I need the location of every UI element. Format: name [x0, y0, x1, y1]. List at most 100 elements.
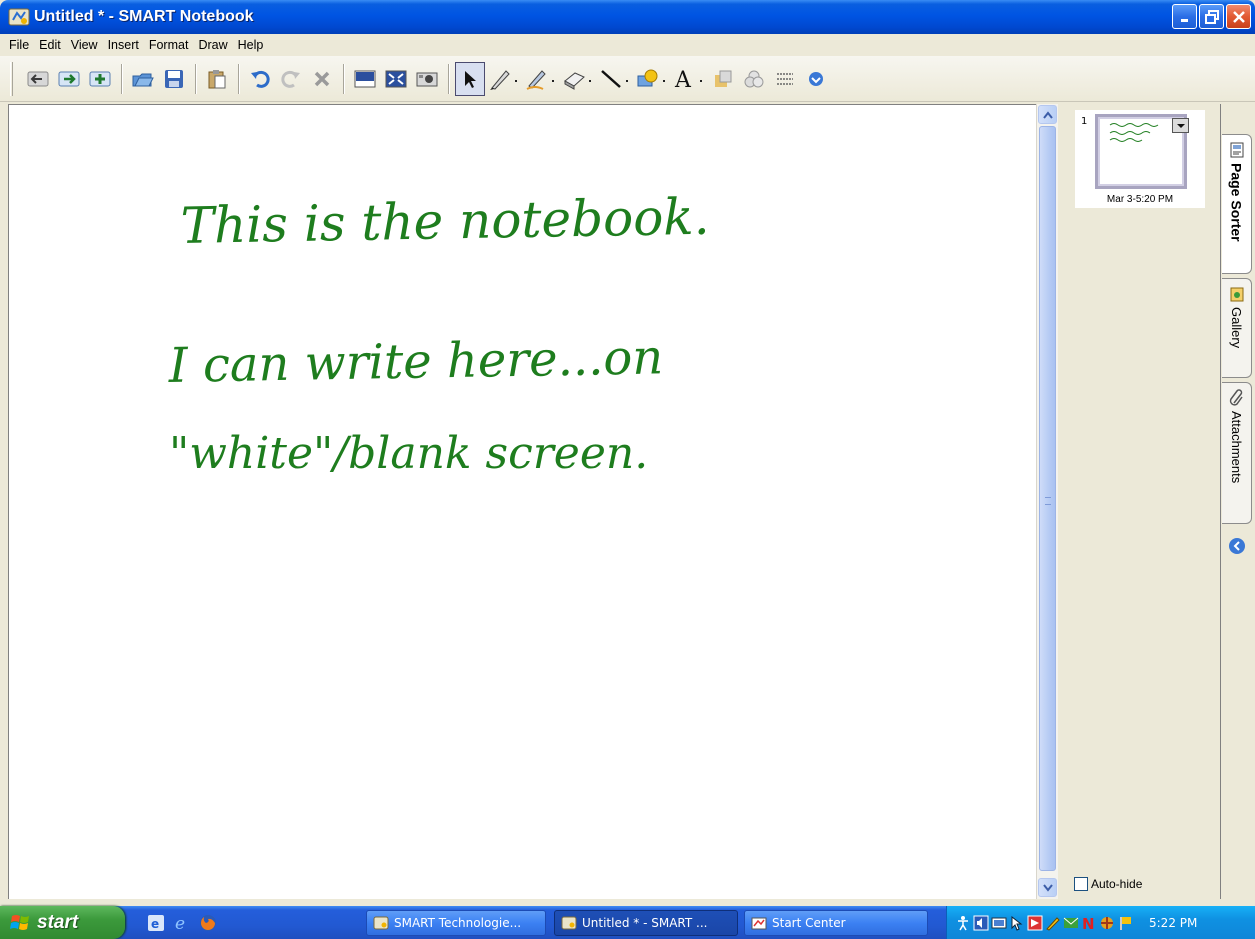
- capture-button[interactable]: [412, 62, 442, 96]
- move-toolbar-button[interactable]: [770, 62, 800, 96]
- autohide-option[interactable]: Auto-hide: [1074, 877, 1142, 891]
- undo-button[interactable]: [245, 62, 275, 96]
- minimize-button[interactable]: [1172, 4, 1197, 29]
- task-smart-technologies[interactable]: SMART Technologie...: [366, 910, 546, 936]
- undo-icon: [251, 70, 270, 88]
- save-button[interactable]: [159, 62, 189, 96]
- mail-icon[interactable]: [1063, 915, 1079, 931]
- tab-attachments[interactable]: Attachments: [1222, 382, 1252, 524]
- task-smart-notebook[interactable]: Untitled * - SMART ...: [554, 910, 738, 936]
- autohide-checkbox[interactable]: [1074, 877, 1088, 891]
- toolbar-grip[interactable]: [10, 61, 13, 96]
- line-tool-button[interactable]: [597, 62, 633, 96]
- close-icon: [1232, 10, 1245, 23]
- flag-icon[interactable]: [1117, 915, 1133, 931]
- scroll-up-button[interactable]: [1038, 105, 1057, 124]
- delete-icon: [314, 71, 330, 86]
- chevron-down-icon: [1176, 123, 1185, 128]
- tray-app-icon[interactable]: [1027, 915, 1043, 931]
- volume-icon[interactable]: [973, 915, 989, 931]
- accessibility-icon[interactable]: [955, 915, 971, 931]
- tab-label: Attachments: [1229, 411, 1244, 484]
- menu-file[interactable]: File: [4, 38, 34, 52]
- move-toolbar-icon: [777, 72, 793, 85]
- redo-icon: [281, 70, 300, 88]
- shapes-icon: [637, 69, 665, 86]
- menu-insert[interactable]: Insert: [103, 38, 144, 52]
- vertical-scrollbar[interactable]: [1036, 104, 1058, 899]
- fill-icon: [715, 70, 732, 87]
- pointer-icon[interactable]: [1009, 915, 1025, 931]
- fill-tool-button[interactable]: [708, 62, 738, 96]
- task-start-center[interactable]: Start Center: [744, 910, 928, 936]
- page-thumbnail[interactable]: 1 Mar 3-5:20 PM: [1075, 110, 1205, 208]
- add-page-button[interactable]: [85, 62, 115, 96]
- whiteboard-canvas[interactable]: This is the notebook. I can write here..…: [8, 104, 1036, 899]
- ie-icon[interactable]: e: [173, 914, 191, 932]
- taskbar: start e e SMART Technologie... Untitled …: [0, 906, 1255, 939]
- shapes-tool-button[interactable]: [634, 62, 670, 96]
- line-icon: [601, 69, 628, 88]
- handwritten-line: I can write here...on: [167, 329, 663, 394]
- network-icon[interactable]: [991, 915, 1007, 931]
- start-center-icon: [751, 917, 767, 930]
- creative-pen-button[interactable]: [523, 62, 559, 96]
- close-button[interactable]: [1226, 4, 1251, 29]
- menu-draw[interactable]: Draw: [193, 38, 232, 52]
- security-icon[interactable]: [1099, 915, 1115, 931]
- internet-explorer-icon[interactable]: e: [147, 914, 165, 932]
- smart-notebook-icon: [561, 916, 577, 930]
- screen-shade-button[interactable]: [350, 62, 380, 96]
- restore-button[interactable]: [1199, 4, 1224, 29]
- windows-logo-icon: [10, 914, 29, 930]
- eraser-icon: [564, 71, 591, 90]
- scrollbar-grip: [1045, 497, 1051, 505]
- collapse-sidebar-button[interactable]: [1229, 538, 1245, 554]
- back-icon: [27, 71, 49, 86]
- tab-page-sorter[interactable]: Page Sorter: [1222, 134, 1252, 274]
- forward-icon: [58, 71, 80, 86]
- add-page-icon: [89, 71, 111, 86]
- menu-format[interactable]: Format: [144, 38, 194, 52]
- text-tool-button[interactable]: A: [671, 62, 707, 96]
- page-sorter-icon: [1230, 142, 1243, 158]
- full-screen-button[interactable]: [381, 62, 411, 96]
- tab-label: Page Sorter: [1228, 163, 1245, 242]
- select-tool-button[interactable]: [455, 61, 485, 96]
- task-label: Start Center: [772, 916, 846, 930]
- open-button[interactable]: [128, 62, 158, 96]
- menu-edit[interactable]: Edit: [34, 38, 66, 52]
- tab-gallery[interactable]: Gallery: [1222, 278, 1252, 378]
- menu-view[interactable]: View: [66, 38, 103, 52]
- scrollbar-thumb[interactable]: [1039, 126, 1056, 871]
- redo-button[interactable]: [276, 62, 306, 96]
- properties-button[interactable]: [739, 62, 769, 96]
- chevron-up-icon: [1042, 110, 1053, 119]
- pencil-icon[interactable]: [1045, 915, 1061, 931]
- paste-button[interactable]: [202, 62, 232, 96]
- firefox-icon[interactable]: [199, 914, 217, 932]
- pen-tool-button[interactable]: [486, 62, 522, 96]
- chevron-down-icon: [1042, 883, 1053, 892]
- eraser-tool-button[interactable]: [560, 62, 596, 96]
- scroll-down-button[interactable]: [1038, 878, 1057, 897]
- menu-bar: File Edit View Insert Format Draw Help: [0, 34, 1255, 56]
- toolbar-separator: [238, 63, 240, 94]
- previous-page-button[interactable]: [23, 62, 53, 96]
- next-page-button[interactable]: [54, 62, 84, 96]
- capture-icon: [416, 72, 438, 86]
- properties-icon: [744, 70, 764, 87]
- page-menu-button[interactable]: [1172, 118, 1189, 133]
- full-screen-icon: [385, 70, 407, 87]
- gallery-icon: [1230, 287, 1243, 302]
- norton-icon[interactable]: N: [1081, 915, 1097, 931]
- more-icon: [809, 71, 823, 86]
- start-button[interactable]: start: [0, 906, 125, 939]
- menu-help[interactable]: Help: [233, 38, 269, 52]
- clock[interactable]: 5:22 PM: [1149, 916, 1197, 930]
- delete-button[interactable]: [307, 62, 337, 96]
- more-button[interactable]: [801, 62, 831, 96]
- toolbar-separator: [448, 63, 450, 94]
- task-label: Untitled * - SMART ...: [582, 916, 708, 930]
- autohide-label: Auto-hide: [1091, 877, 1143, 891]
